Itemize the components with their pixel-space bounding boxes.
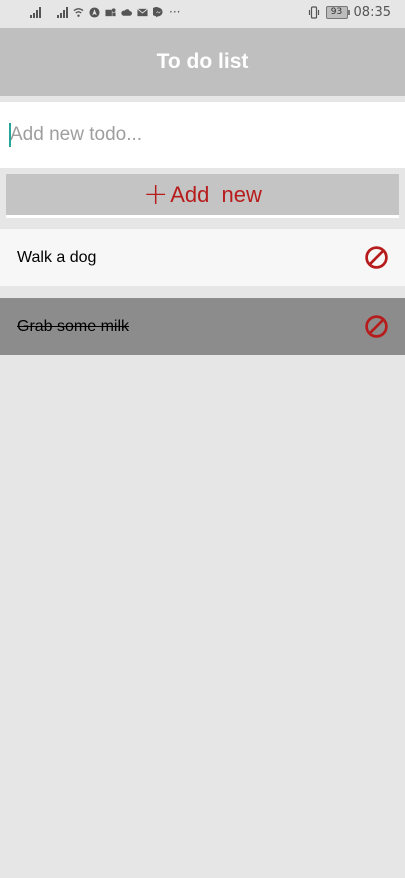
nav-icon xyxy=(89,6,100,18)
cloud-icon xyxy=(121,8,132,16)
todo-text: Walk a dog xyxy=(17,248,97,266)
wifi-icon xyxy=(73,7,84,17)
block-icon[interactable] xyxy=(364,245,389,270)
app-header: To do list xyxy=(0,28,405,96)
add-new-button[interactable]: + Add new xyxy=(6,174,399,218)
battery-icon: 93 xyxy=(325,6,350,19)
more-icon: ··· xyxy=(169,5,181,19)
signal-icon xyxy=(30,6,41,18)
todo-item[interactable]: Walk a dog xyxy=(0,229,405,286)
text-caret xyxy=(9,123,11,147)
status-right-icons: 93 08:35 xyxy=(308,5,391,20)
plus-icon: + xyxy=(143,176,169,212)
teams-icon xyxy=(105,7,116,16)
todo-input-container xyxy=(0,102,405,168)
vibrate-icon xyxy=(308,6,319,19)
messenger-icon xyxy=(153,6,163,18)
add-new-label: Add new xyxy=(170,181,262,207)
status-bar: ··· 93 08:35 xyxy=(0,0,405,28)
signal-icon xyxy=(57,6,68,18)
block-icon[interactable] xyxy=(364,314,389,339)
todo-input[interactable] xyxy=(0,102,405,168)
todo-text: Grab some milk xyxy=(17,317,130,335)
page-title: To do list xyxy=(156,50,249,73)
status-left-icons: ··· xyxy=(30,6,180,18)
todo-item-done[interactable]: Grab some milk xyxy=(0,298,405,355)
status-time: 08:35 xyxy=(353,5,391,20)
mail-icon xyxy=(137,7,148,16)
